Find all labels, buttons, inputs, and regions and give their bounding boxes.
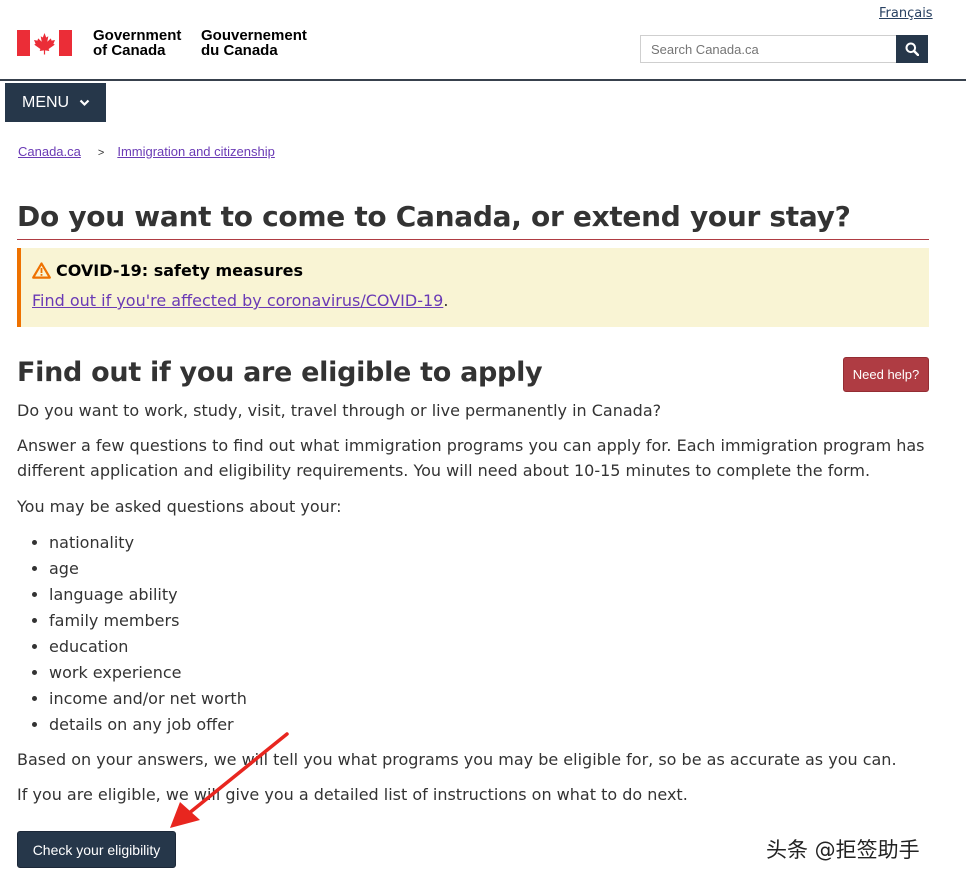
need-help-button[interactable]: Need help? bbox=[843, 357, 929, 392]
wordmark-en-line2: of Canada bbox=[93, 42, 166, 59]
warning-icon bbox=[32, 262, 51, 279]
wordmark-en-line1: Government bbox=[93, 27, 182, 44]
list-item: family members bbox=[49, 608, 247, 634]
alert-title-text: COVID-19: safety measures bbox=[56, 261, 303, 280]
annotation-arrow-icon bbox=[170, 732, 289, 828]
canada-flag-logo bbox=[17, 30, 72, 56]
question-topics-list: nationality age language ability family … bbox=[17, 530, 247, 738]
language-toggle-link[interactable]: Français bbox=[879, 6, 933, 21]
covid-alert: COVID-19: safety measures Find out if yo… bbox=[17, 248, 929, 327]
breadcrumb-immigration-link[interactable]: Immigration and citizenship bbox=[117, 144, 275, 159]
based-on-answers-text: Based on your answers, we will tell you … bbox=[17, 750, 897, 769]
search-input[interactable] bbox=[640, 35, 896, 63]
header-divider bbox=[0, 79, 966, 81]
menu-label: MENU bbox=[22, 93, 70, 111]
alert-title: COVID-19: safety measures bbox=[32, 261, 303, 280]
section-heading: Find out if you are eligible to apply bbox=[17, 357, 543, 388]
breadcrumb-canada-link[interactable]: Canada.ca bbox=[18, 144, 81, 159]
search-button[interactable] bbox=[896, 35, 928, 63]
gouvernement-du-canada-wordmark: Gouvernement du Canada bbox=[201, 28, 307, 58]
list-item: education bbox=[49, 634, 247, 660]
wordmark-fr-line1: Gouvernement bbox=[201, 27, 307, 44]
search-icon bbox=[905, 42, 919, 56]
intro-text: Do you want to work, study, visit, trave… bbox=[17, 401, 662, 420]
asked-text: You may be asked questions about your: bbox=[17, 497, 342, 516]
government-of-canada-wordmark: Government of Canada bbox=[93, 28, 181, 58]
check-eligibility-button[interactable]: Check your eligibility bbox=[17, 831, 176, 868]
page-title: Do you want to come to Canada, or extend… bbox=[17, 196, 929, 240]
list-item: age bbox=[49, 556, 247, 582]
list-item: language ability bbox=[49, 582, 247, 608]
alert-link-suffix: . bbox=[443, 291, 449, 310]
chevron-down-icon bbox=[79, 99, 90, 107]
answer-text-line2: different application and eligibility re… bbox=[17, 461, 871, 480]
breadcrumb: Canada.ca > Immigration and citizenship bbox=[18, 144, 275, 159]
alert-body: Find out if you're affected by coronavir… bbox=[32, 291, 448, 310]
watermark-text: 头条 @拒签助手 bbox=[766, 838, 920, 862]
list-item: income and/or net worth bbox=[49, 686, 247, 712]
list-item: work experience bbox=[49, 660, 247, 686]
menu-button[interactable]: MENU bbox=[5, 83, 106, 122]
list-item: nationality bbox=[49, 530, 247, 556]
answer-text-line1: Answer a few questions to find out what … bbox=[17, 436, 925, 455]
covid-info-link[interactable]: Find out if you're affected by coronavir… bbox=[32, 291, 443, 310]
wordmark-fr-line2: du Canada bbox=[201, 42, 278, 59]
eligible-next-text: If you are eligible, we will give you a … bbox=[17, 785, 688, 804]
breadcrumb-separator: > bbox=[97, 147, 105, 159]
